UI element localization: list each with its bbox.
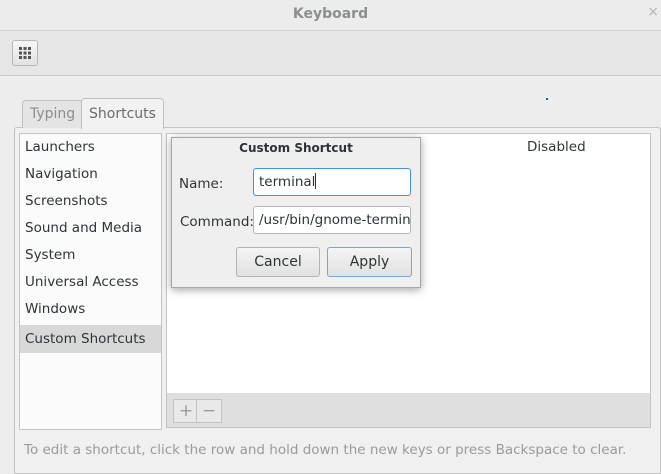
cancel-button[interactable]: Cancel bbox=[236, 247, 320, 277]
shortcut-list-toolbar: + − bbox=[166, 393, 651, 428]
app-grid-icon bbox=[19, 47, 31, 59]
apply-button[interactable]: Apply bbox=[327, 247, 412, 277]
header-toolbar bbox=[0, 31, 661, 76]
remove-shortcut-button[interactable]: − bbox=[196, 399, 222, 423]
command-field[interactable]: /usr/bin/gnome-terminal bbox=[253, 206, 411, 234]
category-sound-and-media[interactable]: Sound and Media bbox=[20, 215, 161, 242]
category-screenshots[interactable]: Screenshots bbox=[20, 188, 161, 215]
category-navigation[interactable]: Navigation bbox=[20, 161, 161, 188]
category-launchers[interactable]: Launchers bbox=[20, 134, 161, 161]
command-value: /usr/bin/gnome-terminal bbox=[259, 212, 411, 228]
category-list: Launchers Navigation Screenshots Sound a… bbox=[19, 133, 162, 430]
name-label: Name: bbox=[179, 176, 224, 192]
text-caret bbox=[315, 173, 317, 189]
dialog-title: Custom Shortcut bbox=[239, 141, 353, 155]
name-field[interactable]: terminal bbox=[253, 168, 411, 196]
category-universal-access[interactable]: Universal Access bbox=[20, 269, 161, 296]
shortcut-status[interactable]: Disabled bbox=[527, 139, 586, 155]
close-icon[interactable]: × bbox=[647, 4, 659, 20]
category-system[interactable]: System bbox=[20, 242, 161, 269]
command-label: Command: bbox=[180, 214, 254, 230]
custom-shortcut-dialog: Custom Shortcut Name: terminal Command: … bbox=[171, 137, 421, 288]
category-windows[interactable]: Windows bbox=[20, 296, 161, 323]
name-value: terminal bbox=[259, 174, 316, 190]
app-grid-button[interactable] bbox=[12, 40, 38, 66]
title-bar: Keyboard × bbox=[0, 0, 661, 31]
hint-text: To edit a shortcut, click the row and ho… bbox=[24, 442, 627, 458]
stray-pixel bbox=[546, 98, 548, 100]
tab-shortcuts[interactable]: Shortcuts bbox=[81, 98, 164, 129]
tab-typing[interactable]: Typing bbox=[22, 100, 84, 128]
remove-icon: − bbox=[201, 401, 217, 421]
window-title: Keyboard bbox=[292, 6, 369, 22]
category-custom-shortcuts[interactable]: Custom Shortcuts bbox=[20, 325, 161, 353]
add-icon: + bbox=[178, 401, 194, 421]
